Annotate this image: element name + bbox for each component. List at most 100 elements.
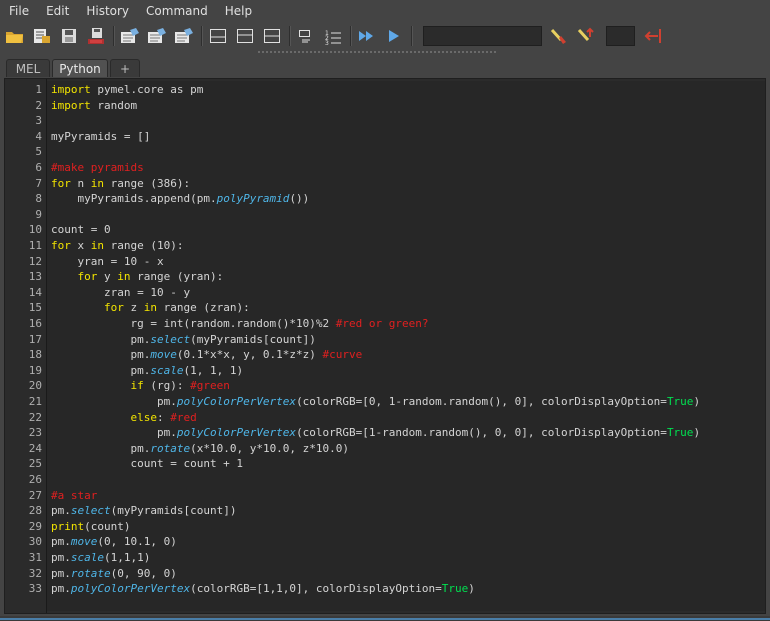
- code-token: True: [441, 582, 469, 596]
- menu-help[interactable]: Help: [216, 0, 260, 22]
- code-line: pm.polyColorPerVertex(colorRGB=[1,1,0], …: [51, 581, 475, 597]
- code-token: (myPyramids[count]): [190, 332, 316, 346]
- open-script-icon[interactable]: [4, 25, 26, 47]
- line-number: 23: [28, 426, 42, 440]
- code-token: for: [51, 239, 71, 252]
- code-line: pm.scale(1, 1, 1): [51, 363, 243, 379]
- code-token: import: [51, 83, 91, 96]
- line-number: 15: [28, 301, 42, 315]
- code-token: range (yran):: [130, 270, 224, 284]
- toolbar-grip[interactable]: [258, 51, 498, 53]
- code-line: print(count): [51, 519, 130, 535]
- line-number: 22: [28, 410, 42, 424]
- line-number: 28: [28, 504, 42, 518]
- line-number: 11: [28, 239, 42, 252]
- code-token: select: [150, 332, 191, 346]
- tab-python[interactable]: Python: [52, 59, 108, 77]
- toolbar-separator: [411, 26, 413, 46]
- line-number: 31: [28, 551, 42, 564]
- code-token: pm.: [51, 504, 71, 518]
- code-token: y: [97, 270, 118, 284]
- line-number: 4: [35, 129, 42, 143]
- search-field[interactable]: [423, 26, 542, 46]
- menu-file[interactable]: File: [0, 0, 37, 22]
- line-number: 9: [35, 207, 42, 221]
- line-number: 2: [35, 98, 42, 112]
- line-number: 33: [28, 582, 42, 596]
- line-number: 26: [28, 473, 42, 486]
- code-line: import pymel.core as pm: [51, 82, 203, 98]
- code-token: pm.: [51, 441, 151, 455]
- code-line: count = 0: [51, 222, 111, 238]
- code-token: #a star: [51, 488, 98, 502]
- code-token: in: [90, 176, 104, 190]
- code-token: pm.: [51, 426, 177, 440]
- line-number: 6: [35, 161, 42, 174]
- close-panel-icon[interactable]: [643, 25, 665, 47]
- code-token: rotate: [150, 441, 191, 455]
- show-both-icon[interactable]: [261, 25, 283, 47]
- save-to-shelf-icon[interactable]: [85, 25, 107, 47]
- code-input-area[interactable]: import pymel.core as pm import random myPy…: [47, 81, 765, 611]
- pin-icon[interactable]: [575, 25, 597, 47]
- code-token: pm.: [51, 332, 151, 346]
- code-token: pm.: [51, 363, 151, 377]
- code-token: scale: [70, 551, 104, 564]
- code-line: myPyramids = []: [51, 129, 150, 145]
- line-number: 1: [35, 83, 42, 96]
- code-line: for y in range (yran):: [51, 269, 224, 285]
- execute-all-icon[interactable]: [356, 25, 378, 47]
- line-number: 20: [28, 379, 42, 393]
- code-token: range (386):: [104, 176, 191, 190]
- echo-commands-icon[interactable]: [295, 25, 317, 47]
- menu-edit[interactable]: Edit: [37, 0, 77, 22]
- line-number: 27: [28, 488, 42, 502]
- code-token: in: [90, 239, 104, 252]
- code-token: pm.: [51, 582, 71, 596]
- tab-mel[interactable]: MEL: [6, 59, 50, 77]
- code-line: pm.move(0, 10.1, 0): [51, 534, 177, 550]
- line-numbers-icon[interactable]: 123: [322, 25, 344, 47]
- line-number: 12: [28, 254, 42, 268]
- show-history-icon[interactable]: [207, 25, 229, 47]
- clear-input-icon[interactable]: [146, 25, 168, 47]
- code-token: count = 0: [51, 223, 111, 237]
- code-token: if: [130, 379, 144, 393]
- code-token: pm.: [51, 566, 71, 580]
- code-line: #a star: [51, 488, 97, 504]
- line-number: 10: [28, 223, 42, 237]
- execute-selected-icon[interactable]: [383, 25, 405, 47]
- code-token: myPyramids = []: [51, 129, 151, 143]
- code-token: (1, 1, 1): [183, 363, 244, 377]
- code-line: count = count + 1: [51, 456, 243, 472]
- source-script-icon[interactable]: [31, 25, 53, 47]
- code-token: True: [666, 395, 694, 408]
- clear-all-icon[interactable]: [173, 25, 195, 47]
- clear-history-icon[interactable]: [119, 25, 141, 47]
- save-script-icon[interactable]: [58, 25, 80, 47]
- menu-command[interactable]: Command: [137, 0, 216, 22]
- code-token: z: [123, 301, 144, 315]
- code-token: ): [693, 426, 701, 440]
- code-token: for: [103, 301, 124, 315]
- code-token: pm.: [51, 395, 177, 408]
- menu-history[interactable]: History: [77, 0, 137, 22]
- show-tooltip-icon[interactable]: [548, 25, 570, 47]
- code-line: zran = 10 - y: [51, 285, 190, 301]
- code-line: for z in range (zran):: [51, 300, 250, 316]
- code-line: import random: [51, 98, 137, 114]
- tab-add[interactable]: +: [110, 59, 140, 77]
- code-token: else: [130, 410, 157, 424]
- line-number: 14: [28, 285, 42, 299]
- code-token: select: [70, 504, 111, 518]
- code-token: (0.1*x*x, y, 0.1*z*z): [176, 348, 323, 362]
- svg-text:3: 3: [325, 40, 329, 45]
- code-token: zran = 10 - y: [51, 285, 191, 299]
- code-token: pymel.core as pm: [90, 83, 204, 96]
- toolbar-separator: [113, 26, 115, 46]
- line-number: 21: [28, 395, 42, 408]
- show-input-icon[interactable]: [234, 25, 256, 47]
- code-line: #make pyramids: [51, 160, 144, 176]
- code-token: (0, 90, 0): [110, 566, 177, 580]
